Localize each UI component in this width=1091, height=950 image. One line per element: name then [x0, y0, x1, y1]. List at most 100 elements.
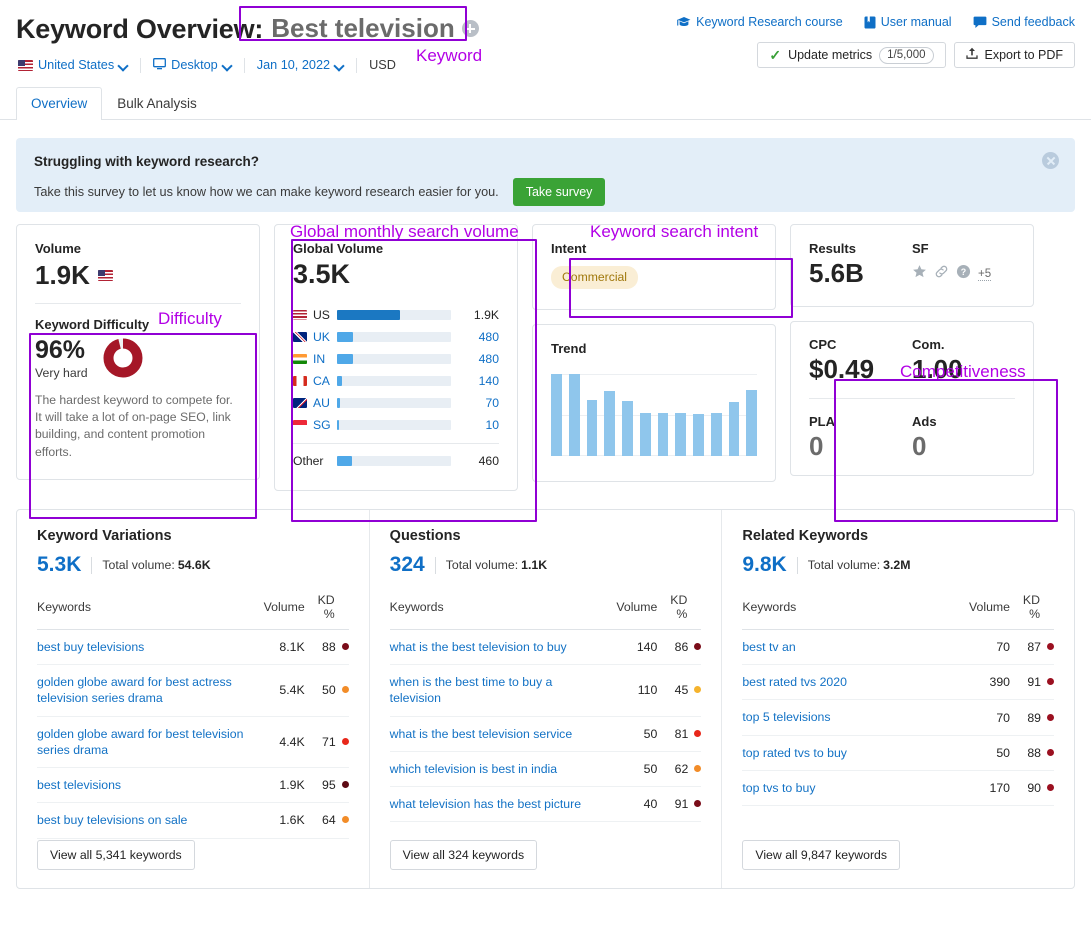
- volume-bar: [337, 456, 451, 466]
- device-selector[interactable]: Desktop: [141, 57, 244, 73]
- close-icon[interactable]: [1042, 152, 1059, 169]
- header-volume[interactable]: Volume: [954, 589, 1011, 630]
- update-metrics-button[interactable]: ✓ Update metrics 1/5,000: [757, 42, 946, 68]
- keyword-link[interactable]: best buy televisions: [37, 639, 249, 655]
- country-volume: 480: [478, 352, 499, 366]
- table-row[interactable]: top rated tvs to buy 50 88: [742, 735, 1055, 771]
- user-manual-label: User manual: [880, 15, 952, 29]
- header-keywords[interactable]: Keywords: [742, 589, 955, 630]
- header-kd[interactable]: KD %: [657, 589, 702, 630]
- header-kd[interactable]: KD %: [304, 589, 349, 630]
- tab-bulk-analysis[interactable]: Bulk Analysis: [102, 87, 212, 120]
- header-volume[interactable]: Volume: [601, 589, 658, 630]
- global-volume-row[interactable]: CA 140: [293, 370, 499, 392]
- column-title: Related Keywords: [742, 528, 869, 544]
- keyword-link[interactable]: top 5 televisions: [742, 709, 954, 725]
- global-volume-row[interactable]: IN 480: [293, 348, 499, 370]
- keyword-link[interactable]: best buy televisions on sale: [37, 812, 249, 828]
- keyword-cell: best tv an: [742, 629, 955, 666]
- keyword-link[interactable]: best televisions: [37, 777, 249, 793]
- table-row[interactable]: what is the best television service 50 81: [389, 716, 702, 752]
- country-code: Other: [293, 454, 324, 468]
- table-row[interactable]: what television has the best picture 40 91: [389, 786, 702, 823]
- keyword-link[interactable]: top tvs to buy: [742, 780, 954, 796]
- trend-bar: [728, 401, 740, 456]
- keyword-difficulty-label: Keyword Difficulty: [35, 317, 150, 333]
- table-row[interactable]: best buy televisions on sale 1.6K 64: [37, 802, 349, 839]
- keyword-link[interactable]: which television is best in india: [390, 761, 602, 777]
- keyword-link[interactable]: best tv an: [742, 639, 954, 655]
- tab-overview[interactable]: Overview: [16, 87, 103, 120]
- table-row[interactable]: top tvs to buy 170 90: [742, 770, 1055, 807]
- table-row[interactable]: what is the best television to buy 140 86: [389, 629, 702, 666]
- keyword-link[interactable]: what television has the best picture: [390, 796, 602, 812]
- keyword-research-course-link[interactable]: Keyword Research course: [677, 15, 843, 29]
- send-feedback-link[interactable]: Send feedback: [973, 15, 1075, 29]
- volume-cell: 5.4K: [248, 664, 305, 717]
- kd-cell: 88: [1010, 735, 1055, 771]
- keyword-chip[interactable]: Best television: [265, 11, 489, 47]
- global-volume-row[interactable]: UK 480: [293, 326, 499, 348]
- table-row[interactable]: when is the best time to buy a televisio…: [389, 664, 702, 717]
- view-all-button[interactable]: View all 5,341 keywords: [37, 840, 195, 870]
- view-all-button[interactable]: View all 9,847 keywords: [742, 840, 901, 870]
- keyword-link[interactable]: golden globe award for best television s…: [37, 726, 249, 758]
- country-volume: 70: [485, 396, 499, 410]
- table-row[interactable]: best rated tvs 2020 390 91: [742, 664, 1055, 701]
- table-row[interactable]: golden globe award for best television s…: [37, 716, 349, 769]
- table-row[interactable]: which television is best in india 50 62: [389, 751, 702, 788]
- kd-value: 88: [1027, 745, 1042, 760]
- pla-ads-section: PLA 0 Ads 0: [791, 399, 1033, 475]
- star-icon[interactable]: [912, 264, 927, 284]
- competition-value: 1.00: [912, 354, 963, 385]
- plus-circle-icon[interactable]: [461, 20, 479, 37]
- table-row[interactable]: best tv an 70 87: [742, 629, 1055, 666]
- keyword-link[interactable]: what is the best television to buy: [390, 639, 602, 655]
- country-code: SG: [313, 418, 331, 432]
- volume-bar: [337, 310, 451, 320]
- table-row[interactable]: best buy televisions 8.1K 88: [37, 629, 349, 666]
- global-volume-row[interactable]: SG 10: [293, 414, 499, 436]
- table-row[interactable]: best televisions 1.9K 95: [37, 767, 349, 804]
- header-keywords[interactable]: Keywords: [389, 589, 602, 630]
- keyword-difficulty-value: 96%: [35, 336, 86, 365]
- keyword-cell: best buy televisions on sale: [37, 802, 249, 839]
- keyword-cell: best buy televisions: [37, 629, 249, 666]
- country-volume: 10: [485, 418, 499, 432]
- table-row[interactable]: golden globe award for best actress tele…: [37, 664, 349, 717]
- serp-features-more[interactable]: +5: [978, 268, 992, 281]
- keyword-cell: top rated tvs to buy: [742, 735, 955, 771]
- export-to-pdf-button[interactable]: Export to PDF: [953, 42, 1075, 68]
- link-icon[interactable]: [934, 264, 949, 284]
- kd-value: 64: [321, 813, 336, 828]
- user-manual-link[interactable]: User manual: [864, 15, 952, 29]
- divider: [796, 556, 798, 574]
- kd-cell: 81: [657, 716, 702, 752]
- column-summary: 5.3K Total volume: 54.6K: [37, 553, 349, 577]
- question-icon[interactable]: ?: [956, 264, 971, 284]
- date-selector[interactable]: Jan 10, 2022: [245, 58, 356, 72]
- country-selector[interactable]: United States: [18, 58, 140, 72]
- keyword-difficulty-section: Keyword Difficulty 96% Very hard The har…: [17, 304, 259, 479]
- header-volume[interactable]: Volume: [248, 589, 305, 630]
- keyword-link[interactable]: what is the best television service: [390, 726, 602, 742]
- take-survey-button[interactable]: Take survey: [512, 178, 606, 206]
- header-kd[interactable]: KD %: [1010, 589, 1055, 630]
- tab-bar: Overview Bulk Analysis: [0, 86, 1091, 120]
- global-volume-row[interactable]: US 1.9K: [293, 304, 499, 326]
- global-volume-row[interactable]: AU 70: [293, 392, 499, 414]
- keyword-link[interactable]: when is the best time to buy a televisio…: [390, 674, 602, 706]
- check-icon: ✓: [769, 47, 782, 63]
- header-keywords[interactable]: Keywords: [37, 589, 249, 630]
- table-row[interactable]: top 5 televisions 70 89: [742, 699, 1055, 736]
- view-all-button[interactable]: View all 324 keywords: [389, 840, 538, 870]
- keyword-link[interactable]: best rated tvs 2020: [742, 674, 954, 690]
- volume-cell: 70: [954, 629, 1011, 666]
- keyword-cell: golden globe award for best actress tele…: [37, 664, 249, 717]
- keyword-link[interactable]: top rated tvs to buy: [742, 745, 954, 761]
- global-volume-country-list: US 1.9K UK 480 IN 480 CA 140 AU 70 SG 10 Other 460: [293, 304, 499, 472]
- intent-badge[interactable]: Commercial: [551, 266, 639, 289]
- keyword-link[interactable]: golden globe award for best actress tele…: [37, 674, 249, 706]
- kd-status-dot: [694, 764, 702, 772]
- global-volume-row-other: Other 460: [293, 450, 499, 472]
